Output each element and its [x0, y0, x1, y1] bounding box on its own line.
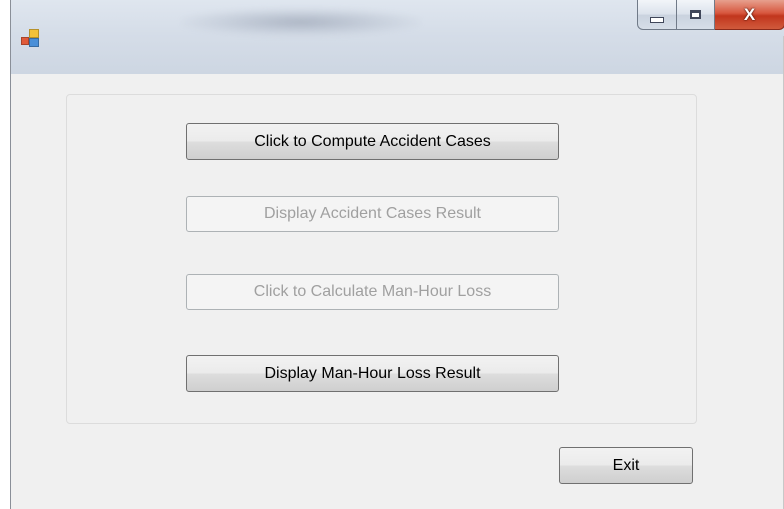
close-button[interactable]: X: [715, 0, 784, 30]
minimize-icon: [650, 16, 664, 23]
form-client-area: Click to Compute Accident Cases Display …: [11, 74, 784, 509]
title-bar[interactable]: X: [11, 0, 784, 74]
display-man-hour-loss-result-button[interactable]: Display Man-Hour Loss Result: [186, 355, 559, 392]
exit-button[interactable]: Exit: [559, 447, 693, 484]
caption-buttons: X: [637, 0, 784, 36]
calculate-man-hour-loss-button[interactable]: Click to Calculate Man-Hour Loss: [186, 274, 559, 310]
close-icon: X: [743, 5, 756, 24]
window-title: [181, 8, 421, 36]
minimize-button[interactable]: [637, 0, 677, 30]
maximize-icon: [690, 10, 701, 19]
compute-accident-cases-button[interactable]: Click to Compute Accident Cases: [186, 123, 559, 160]
display-accident-cases-result-button[interactable]: Display Accident Cases Result: [186, 196, 559, 232]
app-window: X Click to Compute Accident Cases Displa…: [10, 0, 784, 509]
maximize-button[interactable]: [677, 0, 715, 30]
app-icon[interactable]: [21, 28, 43, 50]
